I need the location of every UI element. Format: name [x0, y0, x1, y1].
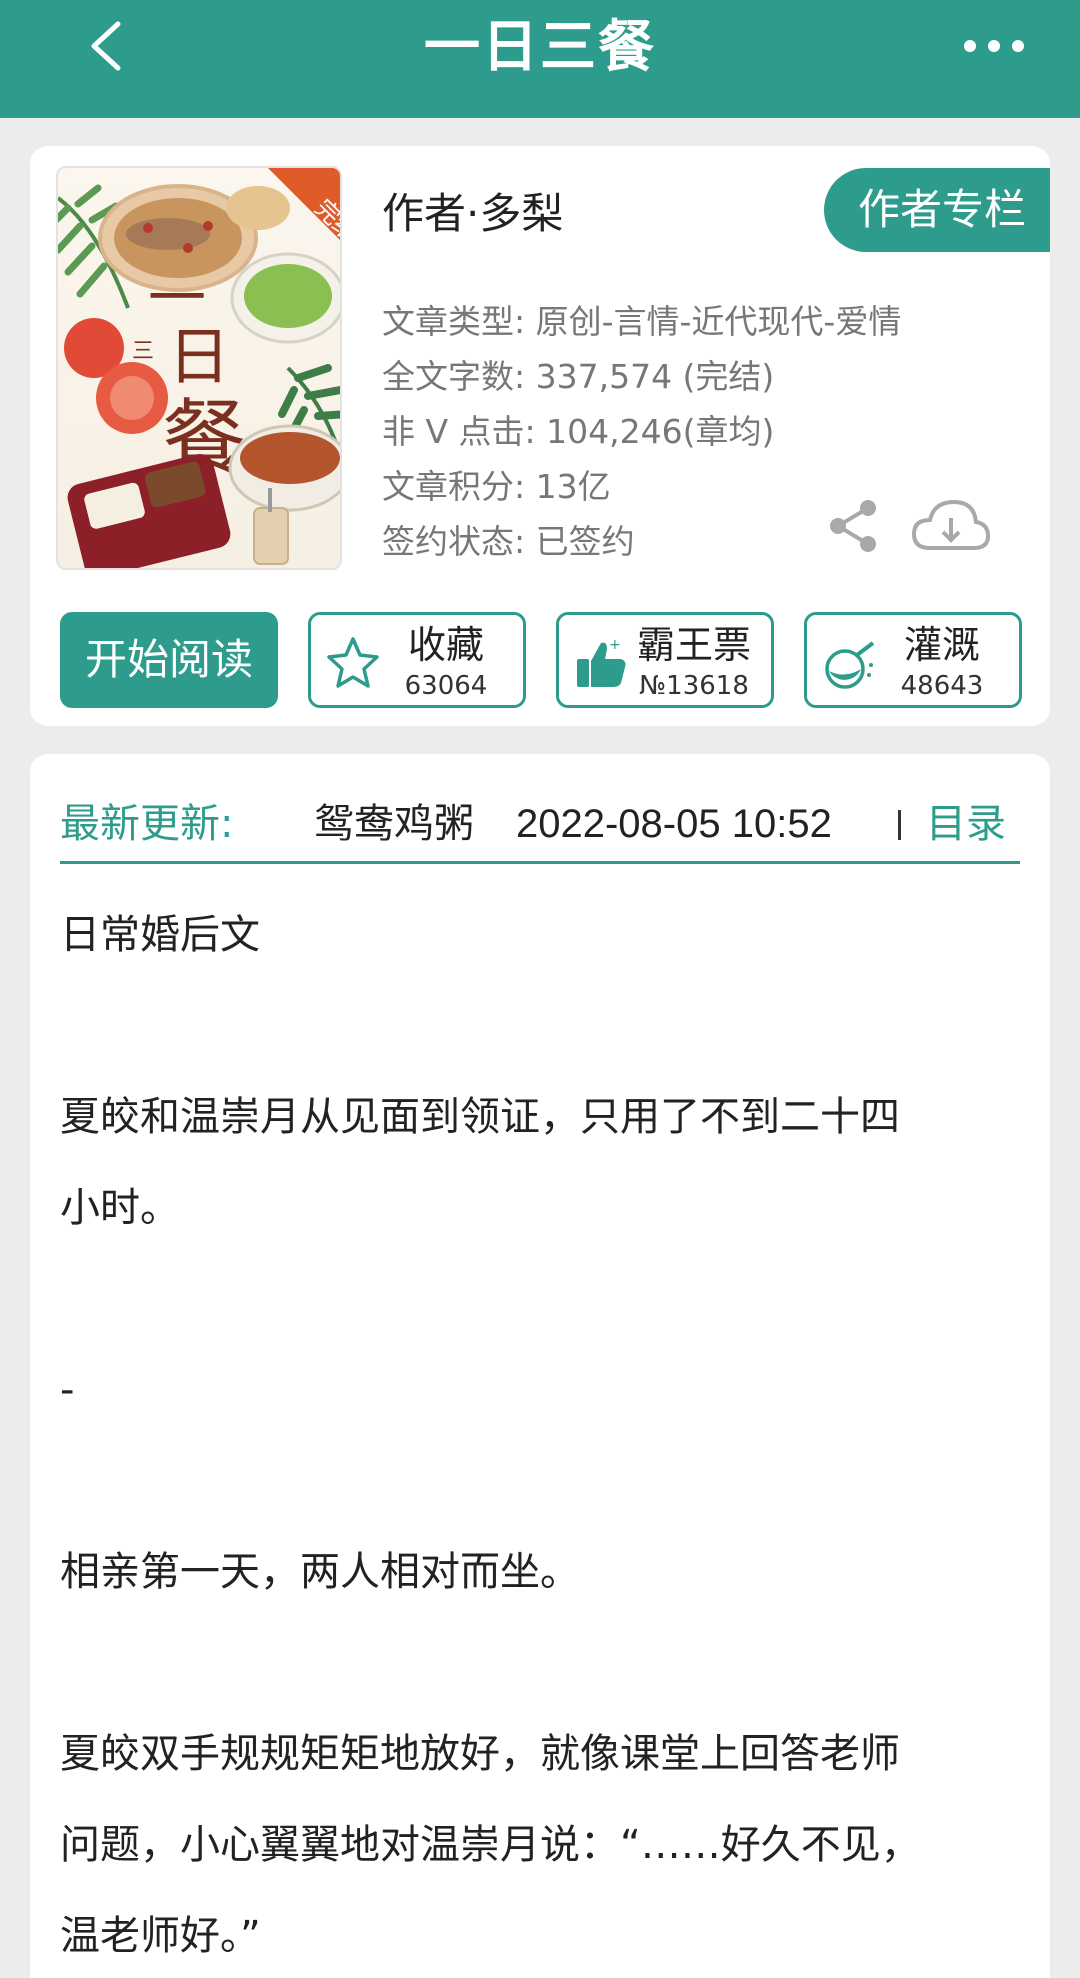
latest-chapter-link[interactable]: 鸳鸯鸡粥 [314, 784, 474, 864]
more-menu-button[interactable] [964, 26, 1024, 66]
meta-clicks: 非 V 点击: 104,246(章均) [382, 412, 775, 451]
favorite-count: 63064 [404, 671, 488, 701]
more-dot-icon [988, 40, 1000, 52]
vote-label: 霸王票 [636, 623, 751, 667]
summary-line [60, 981, 1020, 1072]
divider [898, 810, 901, 840]
nutrient-button[interactable]: 灌溉 48643 [804, 612, 1022, 708]
start-reading-button[interactable]: 开始阅读 [60, 612, 278, 708]
author-column-button[interactable]: 作者专栏 [824, 168, 1050, 252]
favorite-button[interactable]: 收藏 63064 [308, 612, 526, 708]
meta-word-count: 全文字数: 337,574 (完结) [382, 357, 775, 396]
thumbs-up-icon: + [577, 637, 626, 687]
flask-icon [825, 641, 875, 689]
svg-text:三: 三 [132, 339, 154, 364]
author-line[interactable]: 作者·多梨 [382, 184, 563, 244]
summary-line: 小时。 [60, 1185, 180, 1231]
summary-line: 夏皎和温崇月从见面到领证，只用了不到二十四 [60, 1094, 900, 1140]
top-bar: 一日三餐 [0, 0, 1080, 118]
summary-line: 日常婚后文 [60, 912, 260, 958]
action-row: 开始阅读 收藏 63064 + 霸王票 №13618 灌溉 48643 [60, 612, 1022, 708]
content-card: 最新更新: 鸳鸯鸡粥 2022-08-05 10:52 目录 日常婚后文 夏皎和… [30, 754, 1050, 1978]
latest-update-bar: 最新更新: 鸳鸯鸡粥 2022-08-05 10:52 目录 [60, 784, 1020, 864]
latest-update-label: 最新更新: [60, 801, 234, 847]
svg-text:+: + [609, 637, 621, 653]
meta-genre: 文章类型: 原创-言情-近代现代-爱情 [382, 302, 902, 341]
star-icon [327, 637, 379, 688]
more-dot-icon [964, 40, 976, 52]
nutrient-label: 灌溉 [903, 623, 980, 667]
summary-line [60, 1254, 1020, 1345]
table-of-contents-link[interactable]: 目录 [926, 784, 1006, 864]
cloud-download-icon[interactable] [910, 496, 992, 558]
page-title: 一日三餐 [424, 15, 656, 80]
book-summary: 日常婚后文 夏皎和温崇月从见面到领证，只用了不到二十四 小时。 - 相亲第一天，… [60, 890, 1020, 1978]
summary-line: 温老师好。” [60, 1913, 261, 1959]
cover-illustration: 完结 一 日 三 餐 [58, 168, 340, 568]
svg-text:日: 日 [168, 320, 230, 393]
book-info-card: 完结 一 日 三 餐 作者·多梨 作者专栏 文章类型: 原创-言情-近代现代-爱… [30, 146, 1050, 726]
share-icon[interactable] [826, 498, 882, 554]
book-cover[interactable]: 完结 一 日 三 餐 [56, 166, 342, 570]
summary-line [60, 1618, 1020, 1709]
meta-sign-status: 签约状态: 已签约 [382, 522, 635, 561]
book-meta: 文章类型: 原创-言情-近代现代-爱情 全文字数: 337,574 (完结) 非… [382, 294, 902, 569]
vote-count: №13618 [639, 671, 749, 701]
vote-button[interactable]: + 霸王票 №13618 [556, 612, 774, 708]
latest-update-time: 2022-08-05 10:52 [516, 802, 832, 846]
summary-line: - [60, 1367, 75, 1413]
more-dot-icon [1012, 40, 1024, 52]
meta-score: 文章积分: 13亿 [382, 467, 611, 506]
nutrient-count: 48643 [900, 671, 984, 701]
favorite-label: 收藏 [407, 623, 484, 667]
summary-line: 夏皎双手规规矩矩地放好，就像课堂上回答老师 [60, 1731, 900, 1777]
summary-line [60, 1436, 1020, 1527]
summary-line: 相亲第一天，两人相对而坐。 [60, 1549, 580, 1595]
summary-line: 问题，小心翼翼地对温崇月说：“……好久不见， [60, 1822, 921, 1868]
